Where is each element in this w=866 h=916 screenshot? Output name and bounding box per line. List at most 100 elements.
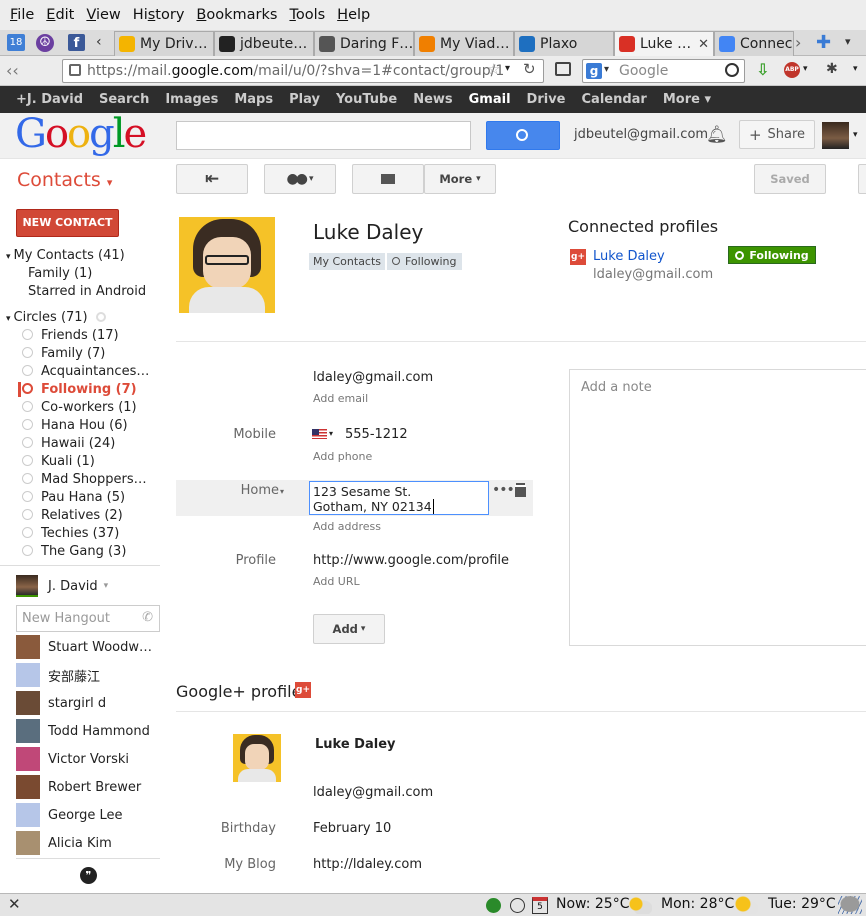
gbar-item-search[interactable]: Search	[91, 92, 157, 107]
bug-dropdown-icon[interactable]: ▾	[853, 64, 858, 74]
gbar-item-news[interactable]: News	[405, 92, 460, 107]
menu-item-file[interactable]: File	[4, 7, 40, 23]
engine-dropdown-icon[interactable]: ▾	[604, 64, 609, 75]
sidebar-circle-5[interactable]: Hana Hou (6)	[22, 418, 128, 433]
clock-icon[interactable]	[510, 898, 525, 913]
hangout-contact[interactable]: George Lee	[16, 801, 123, 829]
contacts-title[interactable]: Contacts ▾	[17, 169, 112, 191]
new-contact-button[interactable]: NEW CONTACT	[16, 209, 119, 237]
tab-1[interactable]: jdbeute…	[214, 31, 314, 56]
connected-name-link[interactable]: Luke Daley	[593, 249, 665, 264]
account-email[interactable]: jdbeutel@gmail.com	[574, 127, 708, 142]
new-hangout-input[interactable]: New Hangout ✆	[16, 605, 160, 632]
sidebar-circle-8[interactable]: Mad Shoppers…	[22, 472, 147, 487]
back-icon[interactable]: ‹‹	[6, 61, 19, 80]
back-button[interactable]: ⇤	[176, 164, 248, 194]
google-search-engine-icon[interactable]: g	[586, 63, 602, 79]
notification-bell-icon[interactable]: 🔔︎	[706, 125, 728, 145]
tab-close-icon[interactable]: ✕	[698, 37, 709, 52]
facebook-app-tab-icon[interactable]: f	[68, 34, 85, 51]
google-logo[interactable]: Google	[15, 111, 147, 157]
add-email-link[interactable]: Add email	[313, 392, 368, 405]
gbar-item-more-[interactable]: More ▾	[655, 92, 719, 107]
share-button[interactable]: + Share	[739, 120, 815, 149]
download-icon[interactable]: ⇩	[756, 60, 769, 79]
bug-icon[interactable]: ✱	[826, 61, 838, 77]
chip-following[interactable]: Following	[387, 253, 462, 270]
overflow-button[interactable]	[858, 164, 866, 194]
menu-item-edit[interactable]: Edit	[40, 7, 80, 23]
gbar-item-gmail[interactable]: Gmail	[461, 92, 519, 107]
browser-search-input[interactable]: g ▾ Google	[582, 59, 745, 83]
blog-link[interactable]: http://ldaley.com	[313, 857, 422, 872]
tab-list-icon[interactable]: ▾	[845, 35, 851, 48]
sidebar-circle-12[interactable]: The Gang (3)	[22, 544, 126, 559]
calendar-icon[interactable]: 5	[532, 897, 548, 914]
chip-my-contacts[interactable]: My Contacts	[309, 253, 386, 270]
peace-app-tab-icon[interactable]: ☮	[36, 34, 54, 52]
sidebar-circle-11[interactable]: Techies (37)	[22, 526, 119, 541]
phone-value[interactable]: 555-1212	[345, 427, 408, 442]
google-search-button[interactable]	[486, 121, 560, 150]
account-dropdown-icon[interactable]: ▾	[853, 130, 858, 140]
adblock-dropdown-icon[interactable]: ▾	[803, 64, 808, 74]
tab-3[interactable]: My Viad…	[414, 31, 514, 56]
menu-item-help[interactable]: Help	[331, 7, 376, 23]
sidebar-group-0[interactable]: ▾ My Contacts (41)	[6, 248, 125, 263]
more-button[interactable]: More ▾	[424, 164, 496, 194]
profile-url-value[interactable]: http://www.google.com/profiles/10	[313, 553, 509, 568]
hangouts-quote-icon[interactable]: ❞	[80, 867, 97, 884]
profile-avatar[interactable]	[822, 122, 849, 149]
status-dropdown-icon[interactable]: ▾	[104, 581, 109, 591]
tab-0[interactable]: My Driv…	[114, 31, 214, 56]
gbar-item-calendar[interactable]: Calendar	[574, 92, 655, 107]
contact-name[interactable]: Luke Daley	[313, 220, 423, 244]
add-address-link[interactable]: Add address	[313, 520, 381, 533]
gbar-item-play[interactable]: Play	[281, 92, 328, 107]
saved-button[interactable]: Saved	[754, 164, 826, 194]
hangout-contact[interactable]: Robert Brewer	[16, 773, 141, 801]
tabs-scroll-right-icon[interactable]: ›	[795, 33, 801, 52]
gbar-item-images[interactable]: Images	[157, 92, 226, 107]
bookmark-star-icon[interactable]: ☆	[487, 60, 500, 78]
following-badge[interactable]: Following	[728, 246, 816, 264]
hangout-contact[interactable]: Victor Vorski	[16, 745, 129, 773]
sidebar-circle-6[interactable]: Hawaii (24)	[22, 436, 115, 451]
tab-6[interactable]: Connec	[714, 31, 794, 56]
sidebar-circle-9[interactable]: Pau Hana (5)	[22, 490, 125, 505]
add-phone-link[interactable]: Add phone	[313, 450, 372, 463]
tabs-scroll-left-icon[interactable]: ‹	[96, 34, 102, 50]
note-textarea[interactable]: Add a note	[569, 369, 866, 646]
add-field-button[interactable]: Add ▾	[313, 614, 385, 644]
weather-tue[interactable]: Tue: 29°C	[768, 896, 836, 912]
gbar-item-maps[interactable]: Maps	[226, 92, 281, 107]
menu-item-history[interactable]: History	[127, 7, 191, 23]
magnifier-icon[interactable]	[725, 63, 739, 77]
gbar-item-drive[interactable]: Drive	[519, 92, 574, 107]
menu-item-bookmarks[interactable]: Bookmarks	[190, 7, 283, 23]
new-tab-icon[interactable]: ✚	[816, 32, 831, 53]
sidebar-circle-7[interactable]: Kuali (1)	[22, 454, 95, 469]
gbar-item--j-david[interactable]: +J. David	[8, 92, 91, 107]
hangout-contact[interactable]: Stuart Woodw…	[16, 633, 152, 661]
email-button[interactable]	[352, 164, 424, 194]
phone-icon[interactable]: ✆	[142, 610, 153, 625]
trash-icon[interactable]	[515, 485, 526, 497]
circles-header[interactable]: ▾ Circles (71)	[6, 310, 106, 325]
hangout-contact[interactable]: Todd Hammond	[16, 717, 150, 745]
menu-item-view[interactable]: View	[80, 7, 126, 23]
sidebar-circle-10[interactable]: Relatives (2)	[22, 508, 123, 523]
weather-mon[interactable]: Mon: 28°C	[661, 896, 734, 912]
circles-link-icon[interactable]	[95, 312, 106, 322]
green-status-icon[interactable]	[486, 898, 501, 913]
email-value[interactable]: ldaley@gmail.com	[313, 370, 433, 385]
sidebar-group-1[interactable]: Family (1)	[28, 266, 92, 281]
hangouts-me[interactable]: J. David ▾	[16, 572, 108, 600]
reload-icon[interactable]: ↻	[523, 60, 536, 78]
tab-4[interactable]: Plaxo	[514, 31, 614, 56]
calendar-app-tab-icon[interactable]: 18	[7, 34, 25, 51]
close-findbar-icon[interactable]: ✕	[8, 895, 21, 913]
print-icon[interactable]	[555, 62, 571, 76]
adblock-icon[interactable]: ABP	[784, 62, 800, 78]
sidebar-circle-2[interactable]: Acquaintances…	[22, 364, 149, 379]
